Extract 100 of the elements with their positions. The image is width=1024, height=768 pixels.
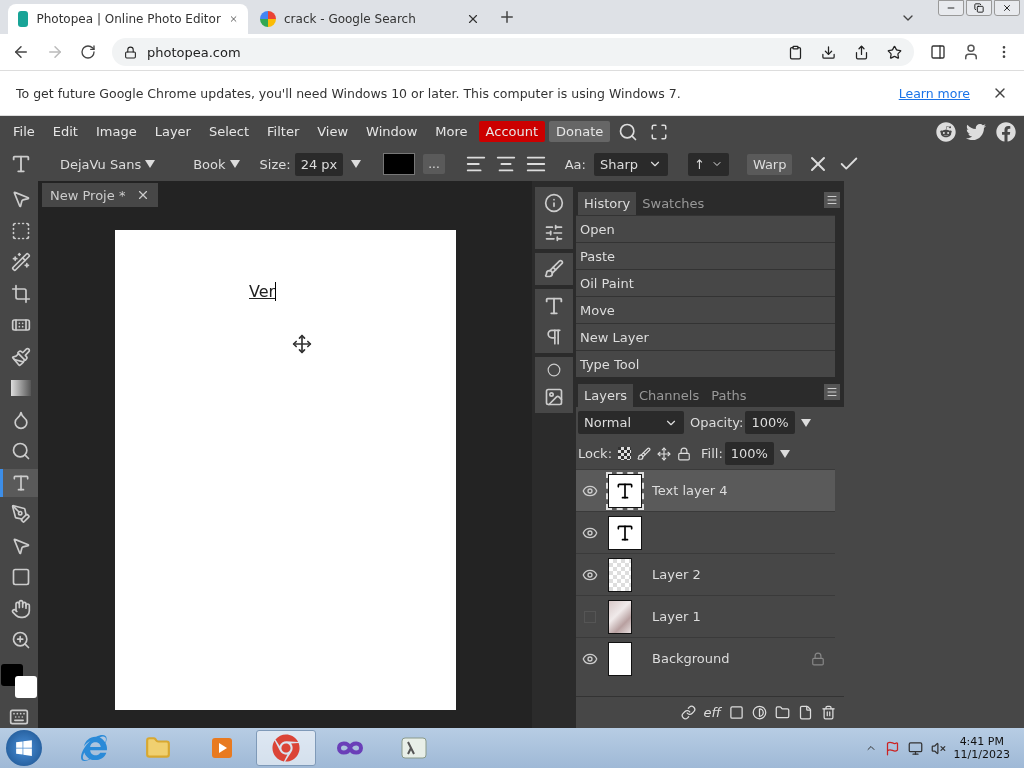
menu-item[interactable]: More xyxy=(428,121,475,142)
wand-icon[interactable] xyxy=(10,252,31,273)
close-button[interactable] xyxy=(994,0,1020,16)
new-layer-icon[interactable] xyxy=(798,705,813,720)
font-dropdown[interactable]: DejaVu Sans xyxy=(54,156,162,172)
crop-icon[interactable] xyxy=(10,283,31,304)
lock-position-icon[interactable] xyxy=(657,446,672,461)
panel-tab[interactable]: Channels xyxy=(633,384,706,407)
font-style-dropdown[interactable]: Book xyxy=(187,156,246,172)
windows-logo[interactable] xyxy=(15,739,33,757)
fullscreen-icon[interactable] xyxy=(650,122,669,141)
color-swatches[interactable] xyxy=(1,663,37,700)
pen-icon[interactable] xyxy=(10,504,31,525)
restore-icon[interactable] xyxy=(974,3,984,13)
menu-item[interactable]: Select xyxy=(201,121,257,142)
layer-row[interactable] xyxy=(576,511,835,553)
browser-tab[interactable]: Photopea | Online Photo Editor xyxy=(8,4,248,34)
menu-item[interactable]: Account xyxy=(478,121,546,142)
mask-icon[interactable] xyxy=(729,705,744,720)
profile-icon[interactable] xyxy=(962,43,980,61)
menu-item[interactable]: Image xyxy=(88,121,144,142)
back-icon[interactable] xyxy=(12,43,30,61)
text-color-swatch[interactable] xyxy=(383,153,416,175)
brush-icon[interactable] xyxy=(544,259,564,279)
taskbar-app[interactable] xyxy=(256,730,316,766)
marquee-icon[interactable] xyxy=(10,220,31,241)
panel-tab[interactable]: Layers xyxy=(578,384,634,407)
antialias-dropdown[interactable]: Sharp xyxy=(593,152,668,176)
type-tool[interactable] xyxy=(0,468,38,497)
start-button[interactable] xyxy=(6,730,42,766)
image-icon[interactable] xyxy=(544,387,564,407)
clipboard-icon[interactable] xyxy=(788,44,803,60)
more-button[interactable]: ... xyxy=(423,154,445,174)
fill-field[interactable]: 100% xyxy=(724,442,774,465)
canvas[interactable]: Ver xyxy=(115,230,456,710)
side-panel-icon[interactable] xyxy=(930,44,946,60)
hand-icon[interactable] xyxy=(10,598,31,619)
size-field[interactable]: 24 px xyxy=(294,152,344,176)
browser-tab[interactable]: crack - Google Search xyxy=(250,4,490,34)
close-icon[interactable] xyxy=(1002,3,1012,13)
menu-item[interactable]: File xyxy=(6,121,42,142)
flag-icon[interactable] xyxy=(884,740,900,756)
address-bar[interactable]: photopea.com xyxy=(112,38,914,66)
close-icon[interactable] xyxy=(136,188,150,202)
layer-row[interactable]: Layer 1 xyxy=(576,595,835,637)
menu-item[interactable]: Donate xyxy=(549,121,611,142)
download-icon[interactable] xyxy=(821,44,836,60)
panel-tab[interactable]: Swatches xyxy=(636,192,711,215)
adjustment-layer-icon[interactable] xyxy=(752,705,767,720)
share-icon[interactable] xyxy=(854,44,869,60)
close-icon[interactable] xyxy=(466,12,480,26)
opacity-field[interactable]: 100% xyxy=(745,411,795,434)
warp-button[interactable]: Warp xyxy=(746,153,793,175)
menu-item[interactable]: View xyxy=(310,121,356,142)
menu-item[interactable]: Filter xyxy=(260,121,307,142)
character-icon[interactable] xyxy=(543,295,565,317)
lock-transparency-icon[interactable] xyxy=(618,447,632,460)
brush-icon[interactable] xyxy=(10,346,31,367)
reddit-icon[interactable] xyxy=(936,121,956,142)
history-item[interactable]: Paste xyxy=(576,242,835,269)
folder-icon[interactable] xyxy=(775,705,790,720)
lock-pixels-icon[interactable] xyxy=(637,446,652,461)
layer-row[interactable]: Background xyxy=(576,637,835,679)
effects-button[interactable]: eff xyxy=(703,705,721,720)
panel-tab[interactable]: History xyxy=(578,192,637,215)
twitter-icon[interactable] xyxy=(966,121,986,142)
facebook-icon[interactable] xyxy=(996,121,1016,142)
reload-icon[interactable] xyxy=(80,44,96,60)
direction-dropdown[interactable]: ↑ xyxy=(687,152,729,176)
volume-icon[interactable] xyxy=(930,740,946,756)
zoom-icon[interactable] xyxy=(10,630,31,651)
blend-mode-dropdown[interactable]: Normal xyxy=(578,411,684,434)
history-item[interactable]: Open xyxy=(576,215,835,242)
menu-item[interactable]: Layer xyxy=(147,121,198,142)
star-icon[interactable] xyxy=(887,44,902,60)
move-icon[interactable] xyxy=(10,189,31,210)
history-item[interactable]: New Layer xyxy=(576,323,835,350)
network-icon[interactable] xyxy=(907,740,923,756)
history-item[interactable]: Move xyxy=(576,296,835,323)
history-item[interactable]: Type Tool xyxy=(576,350,835,377)
menu-item[interactable]: Edit xyxy=(45,121,85,142)
lock-all-icon[interactable] xyxy=(677,446,692,461)
adjustments-icon[interactable] xyxy=(544,223,564,243)
shape-icon[interactable] xyxy=(10,567,31,588)
menu-item[interactable]: Window xyxy=(359,121,425,142)
history-item[interactable]: Oil Paint xyxy=(576,269,835,296)
document-tab[interactable]: New Proje * xyxy=(42,183,158,207)
panel-tab[interactable]: Paths xyxy=(705,384,753,407)
link-icon[interactable] xyxy=(680,705,696,720)
learn-more-link[interactable]: Learn more xyxy=(898,85,970,101)
gradient-icon[interactable] xyxy=(10,380,31,397)
search-icon[interactable] xyxy=(618,121,639,142)
layer-row[interactable]: Layer 2 xyxy=(576,553,835,595)
restore-button[interactable] xyxy=(966,0,992,16)
new-tab-icon[interactable] xyxy=(498,8,516,26)
paragraph-icon[interactable] xyxy=(544,327,564,347)
layer-row[interactable]: Text layer 4 xyxy=(576,469,835,511)
info-icon[interactable] xyxy=(544,193,564,213)
trash-icon[interactable] xyxy=(821,705,836,720)
clock[interactable]: 4:41 PM 11/1/2023 xyxy=(953,735,1010,761)
